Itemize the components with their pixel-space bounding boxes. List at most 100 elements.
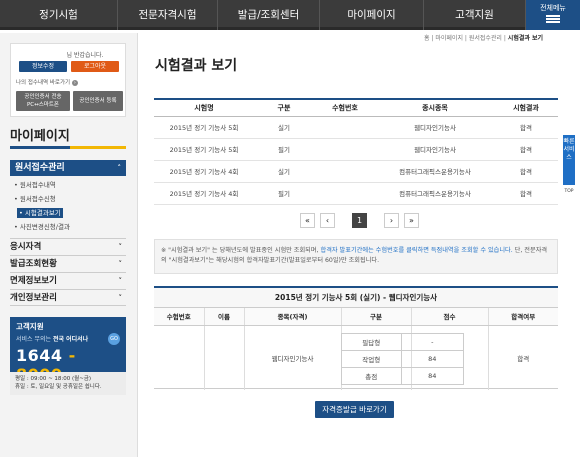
col-pass: 합격여부 [488,308,558,326]
table-header-row: 시험명 구분 수험번호 종시종목 시험결과 [154,99,558,117]
nav-regular-exam[interactable]: 정기시험 [0,0,118,30]
score-row: 작업형 84 [341,350,464,368]
cell-number [154,325,205,390]
score-row: 필답형 - [341,333,464,351]
cell-type: 실기 [254,116,314,139]
left-sidebar: 님 반갑습니다. 정보수정 로그아웃 나의 접수내역 바로가기 › 공인인증서 … [0,33,138,457]
history-link-label: 나의 접수내역 바로가기 [16,80,71,86]
menu-eligibility[interactable]: 응시자격 ˅ [10,238,126,255]
col-type: 구분 [254,99,314,117]
all-menu-button[interactable]: 전체메뉴 [526,0,580,30]
score-label: 작업형 [341,350,402,368]
chevron-down-icon: ˅ [118,294,123,302]
cell-name [204,325,245,390]
score-row: 총점 84 [341,367,464,385]
logout-button[interactable]: 로그아웃 [71,61,119,72]
cell-result: 합격 [494,160,558,183]
title-underline [10,146,126,149]
col-qualification: 종목(자격) [244,308,342,326]
menu-issue-status[interactable]: 발급조회현황 ˅ [10,255,126,272]
cell-type: 실기 [254,160,314,183]
score-label: 총점 [341,367,402,385]
sub-item-exam-results[interactable]: • 시험결과보기 [17,208,63,218]
greeting-text: 님 반갑습니다. [66,52,104,59]
customer-support-box: 고객지원 서비스 무의는 전국 어디서나 GO 1644 - 8000 평일 :… [10,317,126,395]
hamburger-icon [546,15,560,23]
cell-subject: 웹디자인기능사 [376,116,494,139]
chevron-up-icon: ˄ [117,164,122,172]
cell-exam-name: 2015년 정기 기능사 5회 [154,138,254,161]
sub-item-application-request[interactable]: • 원서접수신청 [14,194,56,204]
sub-item-photo-change[interactable]: • 사진변경신청/결과 [14,222,70,232]
notice-text-1: ※ "시험결과 보기" 는 당해년도에 발표중인 시험만 조회되며, [161,247,321,254]
breadcrumb: 홈 | 마이페이지 | 원서접수관리 | 시험결과 보기 [424,35,544,42]
edit-info-button[interactable]: 정보수정 [19,61,67,72]
cell-exam-name: 2015년 정기 기능사 5회 [154,116,254,139]
score-value: 84 [400,350,464,368]
user-name-mask [34,49,67,57]
menu-personal-info[interactable]: 개인정보관리 ˅ [10,289,126,306]
greeting: 님 반갑습니다. [15,49,123,59]
score-value: - [400,333,464,351]
top-button[interactable]: TOP [563,187,575,197]
cs-subtitle: 서비스 무의는 전국 어디서나 [16,336,89,343]
nav-professional-exam[interactable]: 전문자격시험 [118,0,218,30]
section-label: 원서접수관리 [15,163,65,173]
cell-pass: 합격 [517,354,530,363]
page-title: 시험결과 보기 [155,58,238,74]
cs-hours: 평일 : 09:00 ~ 18:00 (월~금) 휴일 : 토, 일요일 및 공휴… [10,372,126,395]
nav-customer-support[interactable]: 고객지원 [424,0,526,30]
section-application-management[interactable]: 원서접수관리 ˄ [10,160,126,176]
cell-type: 필기 [254,182,314,205]
cell-subject: 컴퓨터그래픽스운용기능사 [376,160,494,183]
cs-title: 고객지원 [16,322,44,331]
table-row[interactable]: 2015년 정기 기능사 4회 필기 컴퓨터그래픽스운용기능사 합격 [154,182,558,205]
chevron-down-icon: ˅ [118,243,123,251]
notice-highlight: 합격자 발표기간에는 수험번호를 클릭하면 득점내역을 조회할 수 있습니다. [320,247,513,254]
cell-exam-name: 2015년 정기 기능사 4회 [154,160,254,183]
nav-issue-center[interactable]: 발급/조회센터 [218,0,320,30]
breadcrumb-home[interactable]: 홈 [424,35,430,42]
cell-number[interactable] [314,160,376,183]
cell-qualification: 웹디자인기능사 [244,325,342,390]
certificate-issue-button[interactable]: 자격증발급 바로가기 [315,401,394,418]
table-row[interactable]: 2015년 정기 기능사 5회 필기 웹디자인기능사 합격 [154,138,558,161]
quick-service-tab[interactable]: 빠른서비스 [563,135,575,185]
col-number: 수험번호 [314,99,376,117]
nav-mypage[interactable]: 마이페이지 [320,0,424,30]
col-exam-name: 시험명 [154,99,254,117]
last-page-button[interactable]: » [404,213,419,228]
col-result: 시험결과 [494,99,558,117]
col-name: 이름 [204,308,245,326]
cs-go-button[interactable]: GO [108,333,120,345]
cell-number[interactable] [314,116,376,139]
all-menu-label: 전체메뉴 [540,4,566,12]
results-list-table: 시험명 구분 수험번호 종시종목 시험결과 2015년 정기 기능사 5회 실기… [154,98,558,205]
cell-subject: 컴퓨터그래픽스운용기능사 [376,182,494,205]
sub-item-application-history[interactable]: • 원서접수내역 [14,180,56,190]
cell-subject: 웹디자인기능사 [376,138,494,161]
cell-number[interactable] [314,182,376,205]
cert-transfer-button[interactable]: 공인인증서 전송 PC↔스마트폰 [16,91,70,111]
result-title: 2015년 정기 기능사 5회 (실기) - 웹디자인기능사 [154,288,558,308]
table-row[interactable]: 2015년 정기 기능사 5회 실기 웹디자인기능사 합격 [154,116,558,139]
cell-number[interactable] [314,138,376,161]
arrow-right-icon: › [71,80,78,86]
cert-register-button[interactable]: 공인인증서 등록 [73,91,123,111]
chevron-down-icon: ˅ [118,277,123,285]
chevron-down-icon: ˅ [118,260,123,268]
breadcrumb-application[interactable]: 원서접수관리 [469,35,502,42]
page-1-button[interactable]: 1 [352,213,367,228]
first-page-button[interactable]: « [300,213,315,228]
prev-page-button[interactable]: ‹ [320,213,335,228]
breadcrumb-current: 시험결과 보기 [507,35,544,42]
col-subject: 종시종목 [376,99,494,117]
cell-exam-name: 2015년 정기 기능사 4회 [154,182,254,205]
history-link[interactable]: 나의 접수내역 바로가기 › [16,78,78,86]
breadcrumb-mypage[interactable]: 마이페이지 [435,35,463,42]
menu-exemption-info[interactable]: 면제정보보기 ˅ [10,272,126,289]
col-number: 수험번호 [154,308,205,326]
col-category: 구분 [341,308,412,326]
next-page-button[interactable]: › [384,213,399,228]
table-row[interactable]: 2015년 정기 기능사 4회 실기 컴퓨터그래픽스운용기능사 합격 [154,160,558,183]
